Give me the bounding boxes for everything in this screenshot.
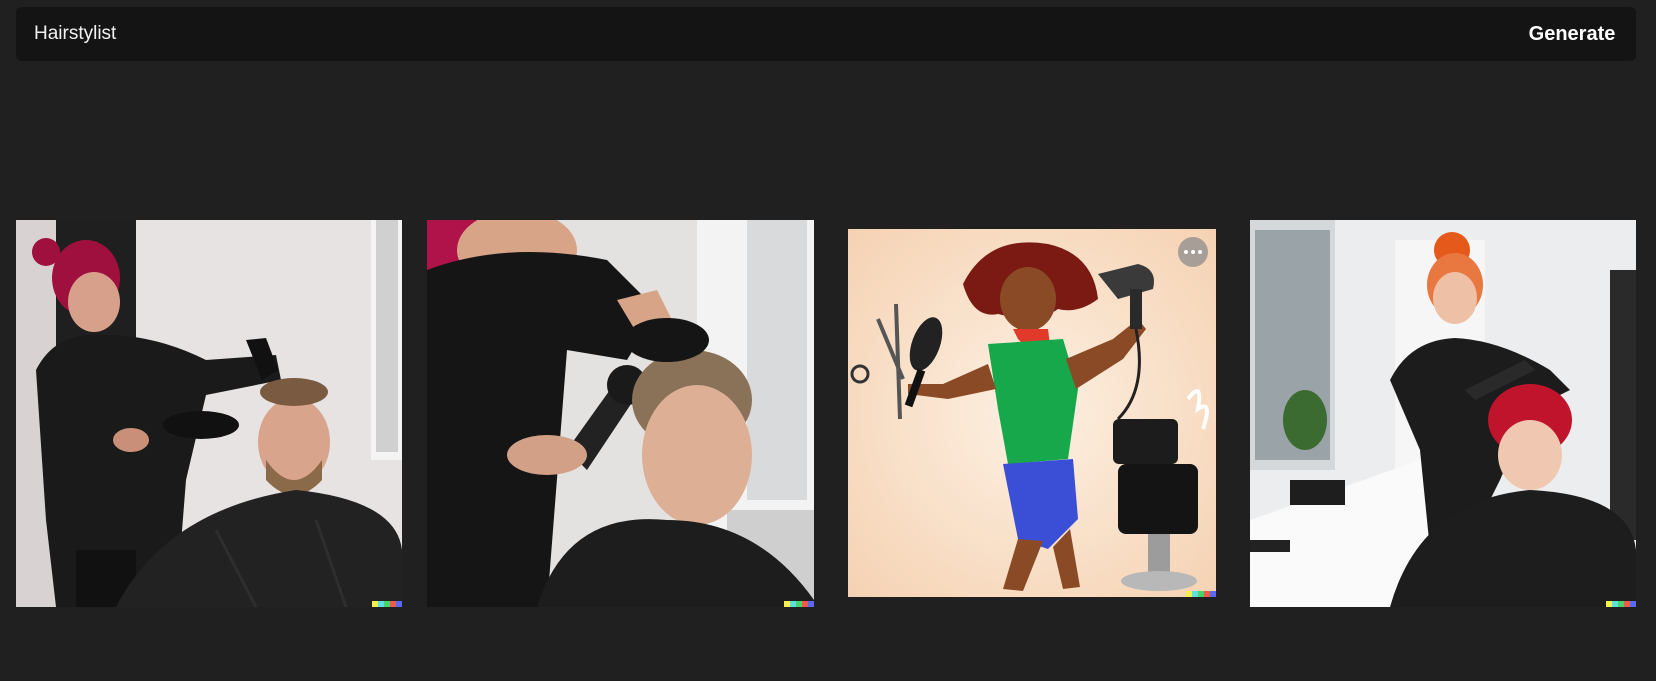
photo-stylist-man-2	[427, 220, 814, 607]
gallery-image-2[interactable]	[427, 220, 814, 607]
watermark	[372, 601, 402, 607]
photo-stylist-woman	[1250, 220, 1636, 607]
gallery-image-3[interactable]	[848, 229, 1216, 597]
gallery-image-1[interactable]	[16, 220, 402, 607]
watermark	[1186, 591, 1216, 597]
gallery-image-4[interactable]	[1250, 220, 1636, 607]
more-options-button[interactable]	[1178, 237, 1208, 267]
watermark	[784, 601, 814, 607]
prompt-bar: Hairstylist Generate	[16, 7, 1636, 61]
illustration-hairstylist	[848, 229, 1216, 597]
more-horizontal-icon	[1184, 250, 1188, 254]
generate-button[interactable]: Generate	[1508, 7, 1636, 61]
prompt-input[interactable]: Hairstylist	[34, 7, 1434, 61]
watermark	[1606, 601, 1636, 607]
photo-stylist-man-1	[16, 220, 402, 607]
